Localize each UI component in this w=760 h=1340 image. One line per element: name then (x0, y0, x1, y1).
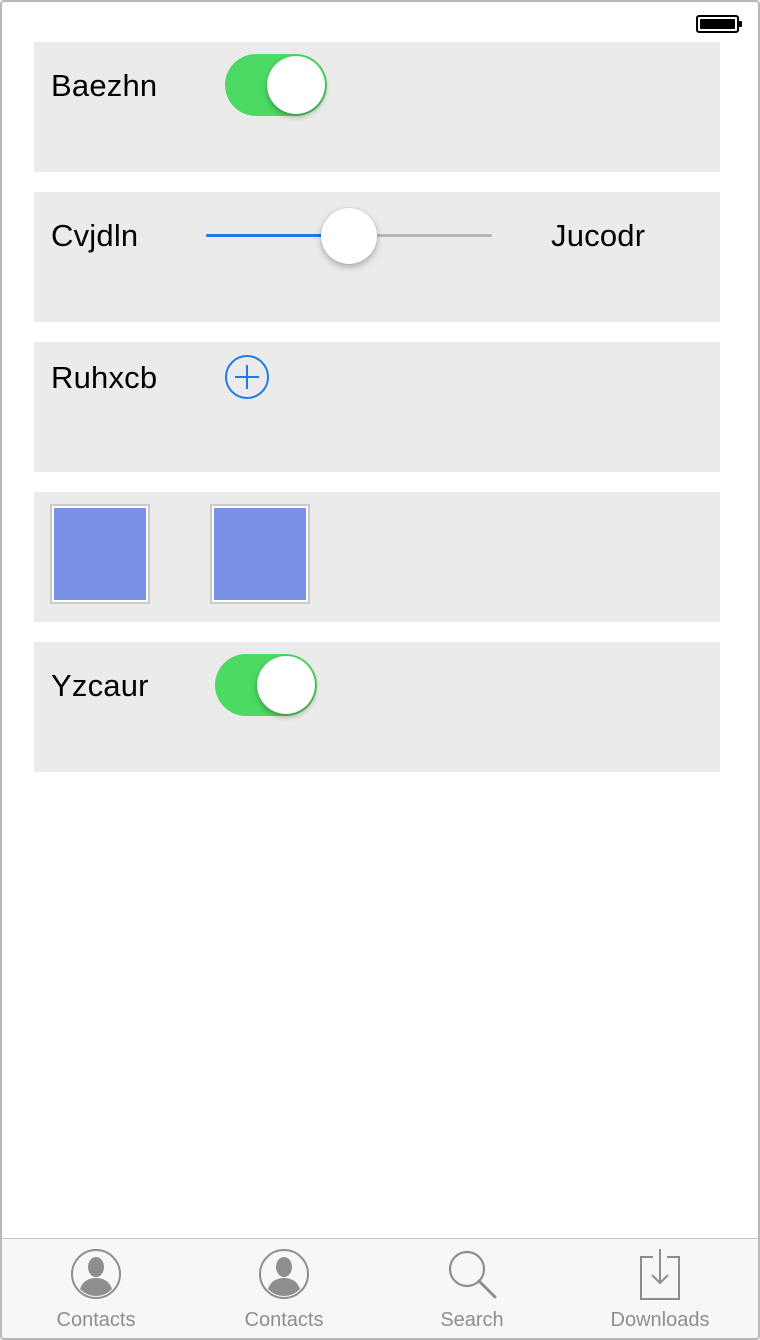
row-label: Cvjdln (51, 218, 139, 253)
row-label: Yzcaur (51, 668, 149, 703)
toggle-knob (257, 656, 315, 714)
row-label: Baezhn (51, 68, 158, 103)
tab-contacts-2[interactable]: Contacts (190, 1239, 378, 1338)
contact-icon (259, 1249, 309, 1299)
settings-row-baezhn: Baezhn (34, 42, 720, 172)
baezhn-toggle[interactable] (225, 54, 327, 116)
toggle-knob (267, 56, 325, 114)
slider-thumb[interactable] (321, 208, 377, 264)
tab-label: Downloads (610, 1309, 710, 1331)
image-thumbnail[interactable] (50, 504, 150, 604)
tab-label: Search (440, 1309, 504, 1331)
app-screen: Baezhn Cvjdln Jucodr Ruhxcb Yzcaur Conta… (0, 0, 760, 1340)
download-icon (640, 1249, 680, 1300)
tab-downloads[interactable]: Downloads (566, 1239, 754, 1338)
tab-label: Contacts (56, 1309, 136, 1331)
slider-trailing-label: Jucodr (551, 218, 646, 253)
settings-row-cvjdln: Cvjdln Jucodr (34, 192, 720, 322)
battery-icon (696, 15, 742, 33)
tab-bar: Contacts Contacts Search Downloads (2, 1238, 758, 1338)
search-icon (448, 1250, 497, 1299)
cvjdln-slider[interactable] (206, 206, 492, 266)
contact-icon (71, 1249, 121, 1299)
tab-contacts[interactable]: Contacts (2, 1239, 190, 1338)
image-thumbnail[interactable] (210, 504, 310, 604)
settings-row-yzcaur: Yzcaur (34, 642, 720, 772)
yzcaur-toggle[interactable] (215, 654, 317, 716)
tab-label: Contacts (244, 1309, 324, 1331)
plus-circle-icon[interactable] (224, 354, 270, 400)
tab-search[interactable]: Search (378, 1239, 566, 1338)
row-label: Ruhxcb (51, 360, 158, 395)
settings-row-ruhxcb: Ruhxcb (34, 342, 720, 472)
image-row (34, 492, 720, 622)
